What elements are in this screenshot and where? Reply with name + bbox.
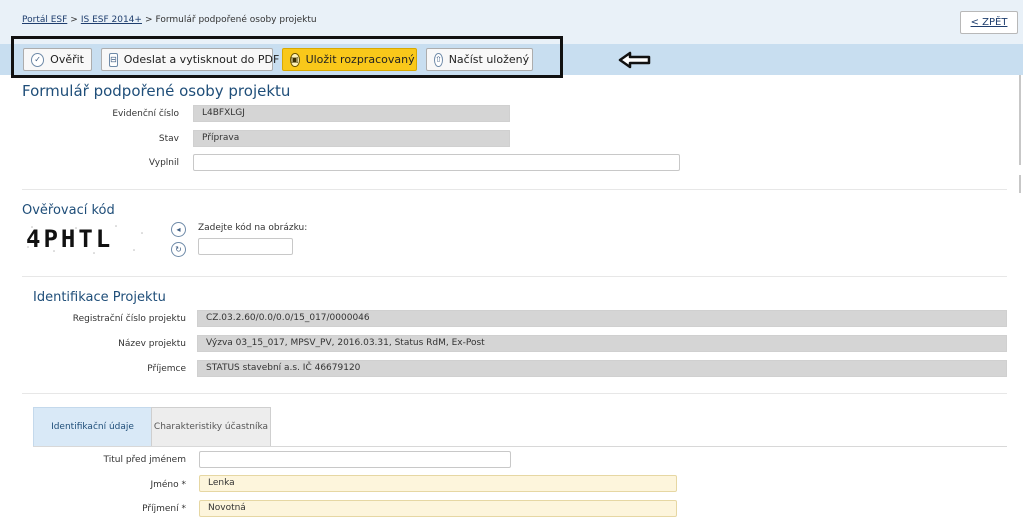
check-icon: ✓ — [31, 52, 45, 67]
project-section-title: Identifikace Projektu — [33, 290, 166, 305]
load-saved-button[interactable]: ⇧ Načíst uložený — [426, 48, 533, 71]
send-print-pdf-button-label: Odeslat a vytisknout do PDF — [123, 53, 280, 66]
audio-icon[interactable]: ◂ — [171, 222, 186, 237]
refresh-icon[interactable]: ↻ — [171, 242, 186, 257]
tab-underline — [33, 446, 1007, 447]
captcha-input[interactable] — [198, 238, 293, 255]
verify-button-label: Ověřit — [50, 53, 84, 66]
scrollbar[interactable] — [1017, 75, 1023, 195]
tab-identification[interactable]: Identifikační údaje — [33, 407, 152, 447]
first-name-label: Jméno * — [150, 480, 186, 490]
title-before-label: Titul před jménem — [103, 455, 186, 465]
status-label: Stav — [158, 134, 179, 144]
evidence-number-field: L4BFXLGJ — [193, 105, 510, 122]
save-icon: ▣ — [290, 52, 300, 67]
title-before-input[interactable] — [199, 451, 511, 468]
verification-title: Ověřovací kód — [22, 203, 115, 218]
upload-icon: ⇧ — [434, 52, 443, 67]
page-title: Formulář podpořené osoby projektu — [22, 82, 291, 100]
registration-number-field: CZ.03.2.60/0.0/0.0/15_017/0000046 — [197, 310, 1007, 327]
load-saved-button-label: Načíst uložený — [448, 53, 530, 66]
last-name-label: Příjmení * — [142, 504, 186, 514]
first-name-input[interactable]: Lenka — [199, 475, 677, 492]
filled-by-input[interactable] — [193, 154, 680, 171]
save-draft-button-label: Uložit rozpracovaný — [305, 53, 415, 66]
status-field: Příprava — [193, 130, 510, 147]
back-button[interactable]: < ZPĚT — [960, 11, 1018, 34]
arrow-left-icon — [618, 51, 651, 69]
evidence-number-label: Evidenční číslo — [112, 109, 179, 119]
filled-by-label: Vyplnil — [148, 158, 179, 168]
captcha-prompt: Zadejte kód na obrázku: — [198, 223, 308, 233]
breadcrumb-separator: > — [70, 15, 78, 25]
registration-number-label: Registrační číslo projektu — [72, 314, 186, 324]
breadcrumb-separator: > — [144, 15, 153, 25]
captcha-image: 4PHTL — [26, 225, 143, 254]
divider — [22, 189, 1007, 190]
divider — [22, 393, 1007, 394]
breadcrumb: Portál ESF > IS ESF 2014+ > Formulář podpoře… — [22, 15, 317, 25]
save-draft-button[interactable]: ▣ Uložit rozpracovaný — [282, 48, 417, 71]
breadcrumb-link-is-esf[interactable]: IS ESF 2014+ — [81, 15, 142, 25]
recipient-label: Příjemce — [147, 364, 186, 374]
recipient-field: STATUS stavební a.s. IČ 46679120 — [197, 360, 1007, 377]
project-name-field: Výzva 03_15_017, MPSV_PV, 2016.03.31, St… — [197, 335, 1007, 352]
last-name-input[interactable]: Novotná — [199, 500, 677, 517]
print-icon: ⊟ — [109, 52, 118, 67]
breadcrumb-current: Formulář podpořené osoby projektu — [155, 15, 317, 25]
breadcrumb-link-portal[interactable]: Portál ESF — [22, 15, 67, 25]
project-name-label: Název projektu — [118, 339, 186, 349]
divider — [22, 276, 1007, 277]
tab-characteristics[interactable]: Charakteristiky účastníka — [151, 407, 271, 447]
verify-button[interactable]: ✓ Ověřit — [23, 48, 92, 71]
captcha-text: 4PHTL — [26, 225, 113, 253]
send-print-pdf-button[interactable]: ⊟ Odeslat a vytisknout do PDF — [101, 48, 279, 71]
